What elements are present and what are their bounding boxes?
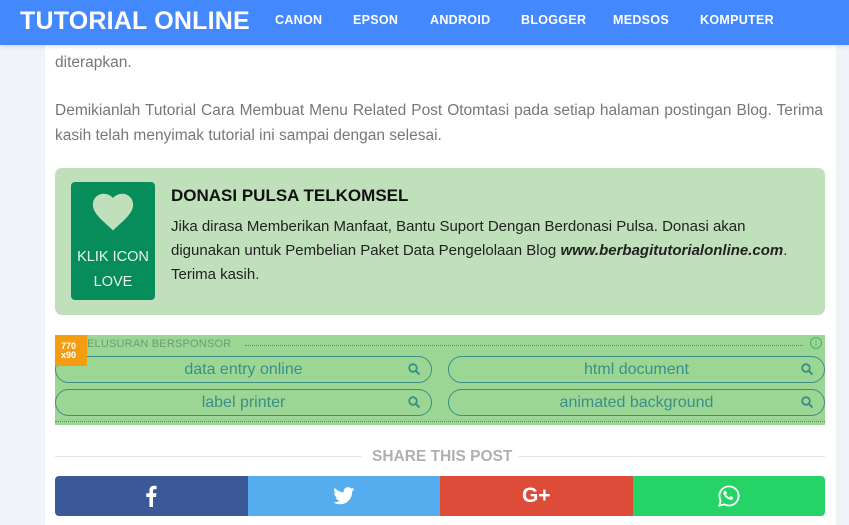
ad-label: ELUSURAN BERSPONSOR [87, 338, 232, 350]
nav-item-blogger[interactable]: BLOGGER [521, 13, 586, 27]
nav-item-canon[interactable]: CANON [275, 13, 322, 27]
share-divider-right [518, 456, 825, 457]
info-icon[interactable]: i [810, 337, 822, 349]
nav-item-android[interactable]: ANDROID [430, 13, 490, 27]
share-title: SHARE THIS POST [372, 448, 513, 465]
ad-size-height: x90 [61, 350, 77, 360]
love-label-line2: LOVE [93, 274, 133, 290]
ad-search-label: data entry online [184, 361, 303, 378]
ad-size-badge: 770 x90 [55, 335, 87, 366]
twitter-icon [332, 487, 355, 505]
love-button[interactable]: KLIK ICON LOVE [71, 182, 155, 300]
search-icon [801, 363, 814, 376]
donation-site-link[interactable]: www.berbagitutorialonline.com [560, 242, 783, 259]
ad-search-pill[interactable]: label printer [55, 389, 432, 416]
search-icon [408, 396, 421, 409]
share-divider-left [55, 456, 362, 457]
article-paragraph-closing: Demikianlah Tutorial Cara Membuat Menu R… [55, 102, 823, 144]
google-plus-icon: G+ [521, 484, 551, 507]
ad-divider [245, 345, 803, 346]
share-whatsapp-button[interactable] [632, 476, 825, 516]
nav-item-epson[interactable]: EPSON [353, 13, 398, 27]
share-google-plus-button[interactable]: G+ [440, 476, 633, 516]
ad-search-pill[interactable]: animated background [448, 389, 825, 416]
ad-search-pill[interactable]: data entry online [55, 356, 432, 383]
facebook-icon [146, 485, 157, 507]
heart-icon [92, 193, 134, 231]
search-icon [408, 363, 421, 376]
donation-text: Jika dirasa Memberikan Manfaat, Bantu Su… [171, 215, 811, 287]
donation-box: KLIK ICON LOVE DONASI PULSA TELKOMSEL Ji… [55, 168, 825, 315]
search-icon [801, 396, 814, 409]
ad-search-label: animated background [559, 394, 714, 411]
ad-search-label: html document [584, 361, 689, 378]
share-buttons: G+ [55, 476, 825, 516]
top-navbar: TUTORIAL ONLINE CANON EPSON ANDROID BLOG… [0, 0, 849, 45]
donation-title: DONASI PULSA TELKOMSEL [171, 186, 409, 205]
site-brand[interactable]: TUTORIAL ONLINE [20, 7, 250, 36]
whatsapp-icon [717, 485, 740, 507]
nav-item-medsos[interactable]: MEDSOS [613, 13, 669, 27]
post-content: diterapkan. Demikianlah Tutorial Cara Me… [45, 45, 836, 525]
share-twitter-button[interactable] [247, 476, 440, 516]
article-paragraph: diterapkan. [55, 54, 132, 71]
ad-search-label: label printer [201, 394, 286, 411]
ad-divider-bottom [55, 421, 825, 422]
love-label-line1: KLIK ICON [77, 249, 149, 265]
ad-search-pill[interactable]: html document [448, 356, 825, 383]
nav-item-komputer[interactable]: KOMPUTER [700, 13, 774, 27]
share-facebook-button[interactable] [55, 476, 248, 516]
sponsored-search-ad: ELUSURAN BERSPONSOR i data entry online … [55, 335, 825, 425]
